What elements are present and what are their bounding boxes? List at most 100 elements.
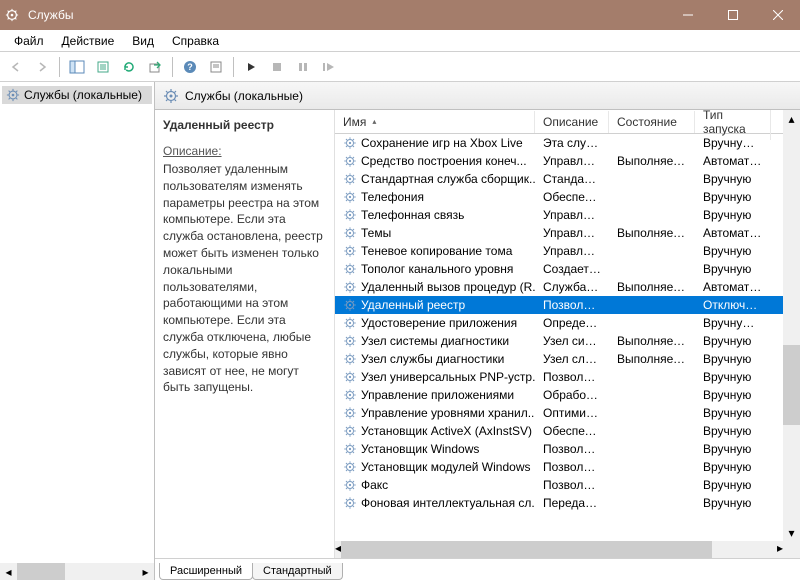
cell-state [609, 304, 695, 306]
properties-button[interactable] [91, 55, 115, 79]
menubar: Файл Действие Вид Справка [0, 30, 800, 52]
gear-icon [343, 154, 357, 168]
help-button[interactable]: ? [178, 55, 202, 79]
cell-state: Выполняется [609, 153, 695, 169]
app-icon [0, 8, 24, 22]
cell-start: Вручную [695, 171, 771, 187]
properties2-button[interactable] [204, 55, 228, 79]
cell-desc: Обеспечи... [535, 189, 609, 205]
services-grid: Имя▴ Описание Состояние Тип запуска Сохр… [335, 110, 800, 558]
gear-icon [343, 190, 357, 204]
cell-desc: Определя... [535, 315, 609, 331]
gear-icon [343, 388, 357, 402]
cell-desc: Оптимизи... [535, 405, 609, 421]
gear-icon [343, 352, 357, 366]
start-service-button[interactable] [239, 55, 263, 79]
v-scrollbar[interactable]: ▴ ▾ [783, 110, 800, 541]
scroll-left-icon[interactable]: ◂ [0, 563, 17, 580]
svg-text:?: ? [187, 62, 193, 72]
service-row[interactable]: Фоновая интеллектуальная сл...Передает..… [335, 494, 800, 512]
service-row[interactable]: Установщик WindowsПозволяет...Вручную [335, 440, 800, 458]
col-description[interactable]: Описание [535, 111, 609, 133]
service-row[interactable]: Установщик модулей WindowsПозволяет...Вр… [335, 458, 800, 476]
cell-start: Вручную [695, 495, 771, 511]
col-state[interactable]: Состояние [609, 111, 695, 133]
service-row[interactable]: Удостоверение приложенияОпределя...Вручн… [335, 314, 800, 332]
service-row[interactable]: Стандартная служба сборщик...Стандартн..… [335, 170, 800, 188]
service-row[interactable]: Удаленный реестрПозволяет...Отключена [335, 296, 800, 314]
service-row[interactable]: Узел системы диагностикиУзел систе...Вып… [335, 332, 800, 350]
service-row[interactable]: Тополог канального уровняСоздает ка...Вр… [335, 260, 800, 278]
forward-button[interactable] [30, 55, 54, 79]
tab-standard[interactable]: Стандартный [252, 563, 343, 580]
h-scrollbar[interactable]: ◂ ▸ [335, 541, 783, 558]
scroll-up-icon[interactable]: ▴ [783, 110, 800, 127]
service-row[interactable]: Телефонная связьУправляе...Вручную [335, 206, 800, 224]
cell-desc: Позволяет... [535, 297, 609, 313]
gear-icon [343, 244, 357, 258]
service-row[interactable]: ТелефонияОбеспечи...Вручную [335, 188, 800, 206]
cell-start: Вручную (ак [695, 135, 771, 151]
grid-body[interactable]: Сохранение игр на Xbox LiveЭта служб...В… [335, 134, 800, 558]
service-row[interactable]: Узел универсальных PNP-устр...Позволяет.… [335, 368, 800, 386]
separator [233, 57, 234, 77]
refresh-button[interactable] [117, 55, 141, 79]
cell-state [609, 502, 695, 504]
gear-icon [343, 334, 357, 348]
tree-root-item[interactable]: Службы (локальные) [2, 86, 152, 104]
cell-name: Удаленный вызов процедур (R... [335, 279, 535, 295]
cell-start: Вручную [695, 441, 771, 457]
cell-desc: Узел служ... [535, 351, 609, 367]
maximize-button[interactable] [710, 0, 755, 30]
selected-service-name: Удаленный реестр [163, 118, 324, 132]
cell-state: Выполняется [609, 279, 695, 295]
cell-name: Тополог канального уровня [335, 261, 535, 277]
cell-start: Автоматиче [695, 153, 771, 169]
tree-h-scrollbar[interactable]: ◂ ▸ [0, 563, 154, 580]
scroll-down-icon[interactable]: ▾ [783, 524, 800, 541]
cell-desc: Эта служб... [535, 135, 609, 151]
cell-state [609, 412, 695, 414]
scroll-right-icon[interactable]: ▸ [137, 563, 154, 580]
cell-start: Вручную [695, 243, 771, 259]
cell-name: Телефонная связь [335, 207, 535, 223]
cell-state [609, 466, 695, 468]
close-button[interactable] [755, 0, 800, 30]
show-hide-tree-button[interactable] [65, 55, 89, 79]
cell-desc: Создает ка... [535, 261, 609, 277]
cell-name: Установщик Windows [335, 441, 535, 457]
cell-name: Установщик ActiveX (AxInstSV) [335, 423, 535, 439]
service-row[interactable]: Сохранение игр на Xbox LiveЭта служб...В… [335, 134, 800, 152]
cell-state [609, 178, 695, 180]
menu-action[interactable]: Действие [54, 32, 123, 50]
service-row[interactable]: Управление приложениямиОбработк...Вручну… [335, 386, 800, 404]
tree-pane: Службы (локальные) ◂ ▸ [0, 82, 155, 580]
window-title: Службы [24, 8, 665, 22]
service-row[interactable]: Узел службы диагностикиУзел служ...Выпол… [335, 350, 800, 368]
service-row[interactable]: Удаленный вызов процедур (R...Служба R..… [335, 278, 800, 296]
gear-icon [343, 316, 357, 330]
service-row[interactable]: Установщик ActiveX (AxInstSV)Обеспечи...… [335, 422, 800, 440]
col-name[interactable]: Имя▴ [335, 111, 535, 133]
service-row[interactable]: Теневое копирование томаУправляе...Вручн… [335, 242, 800, 260]
service-row[interactable]: Средство построения конеч...Управляе...В… [335, 152, 800, 170]
toolbar: ? [0, 52, 800, 82]
service-row[interactable]: ФаксПозволяет...Вручную [335, 476, 800, 494]
menu-view[interactable]: Вид [124, 32, 162, 50]
pause-service-button[interactable] [291, 55, 315, 79]
menu-file[interactable]: Файл [6, 32, 52, 50]
service-row[interactable]: Управление уровнями хранил...Оптимизи...… [335, 404, 800, 422]
cell-state: Выполняется [609, 333, 695, 349]
gear-icon [343, 370, 357, 384]
gear-icon [343, 478, 357, 492]
back-button[interactable] [4, 55, 28, 79]
service-row[interactable]: ТемыУправляе...ВыполняетсяАвтоматиче [335, 224, 800, 242]
tab-extended[interactable]: Расширенный [159, 563, 253, 580]
gear-icon [343, 226, 357, 240]
export-button[interactable] [143, 55, 167, 79]
gear-icon [343, 406, 357, 420]
restart-service-button[interactable] [317, 55, 341, 79]
minimize-button[interactable] [665, 0, 710, 30]
stop-service-button[interactable] [265, 55, 289, 79]
menu-help[interactable]: Справка [164, 32, 227, 50]
